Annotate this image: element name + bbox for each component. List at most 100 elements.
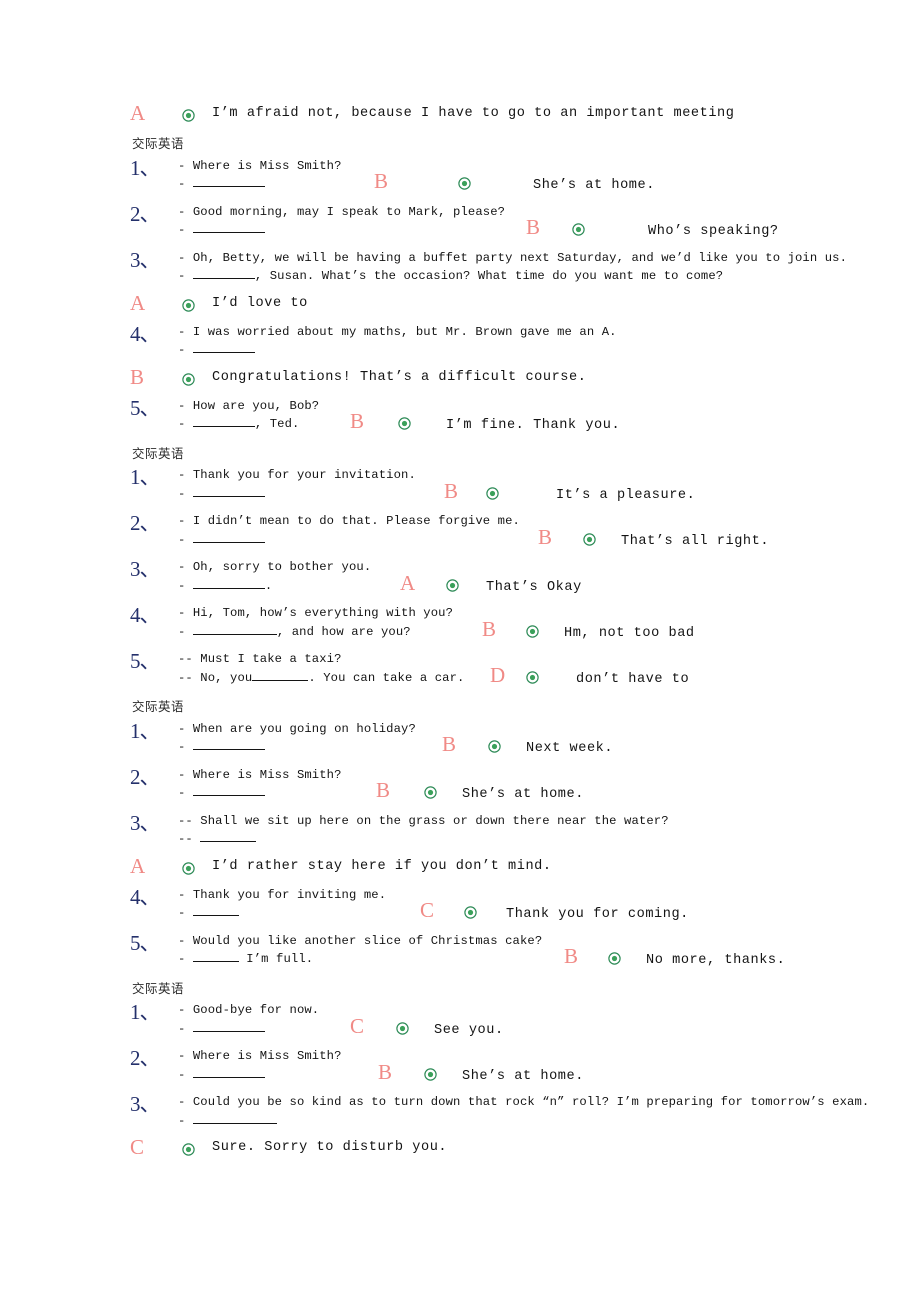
question-block: 2、 - Where is Miss Smith? - B She’s at home… <box>130 1047 890 1091</box>
answer-prefix: - <box>178 952 186 967</box>
option-row[interactable]: A I’m afraid not, because I have to go t… <box>130 103 890 131</box>
answer-suffix: , Ted. <box>254 417 300 432</box>
radio-selected-icon[interactable] <box>424 1068 437 1081</box>
answer-blank[interactable] <box>192 1068 265 1078</box>
answer-line: - I’m full. B No more, thanks. <box>178 946 890 969</box>
question-body: - Good-bye for now. - C See you. <box>178 1001 890 1039</box>
answer-blank[interactable] <box>192 224 265 234</box>
answer-prefix: - <box>178 1067 186 1082</box>
question-prompt: - Where is Miss Smith? <box>178 158 342 173</box>
question-body: - Hi, Tom, how’s everything with you? - ,… <box>178 604 890 642</box>
question-number: 2、 <box>130 764 161 789</box>
answer-blank[interactable] <box>192 487 265 497</box>
question-prompt: - Hi, Tom, how’s everything with you? <box>178 606 454 620</box>
question-block: 1、 - When are you going on holiday? - B Nex… <box>130 720 890 764</box>
option-row[interactable]: B Congratulations! That’s a difficult cou… <box>130 364 890 395</box>
answer-blank[interactable] <box>192 953 239 963</box>
radio-selected-icon[interactable] <box>526 671 539 684</box>
answer-blank[interactable] <box>192 787 265 797</box>
answer-letter: B <box>376 778 391 803</box>
answer-blank[interactable] <box>192 1114 277 1124</box>
answer-line: - B Who’s speaking? <box>178 217 890 240</box>
answer-blank[interactable] <box>192 418 255 428</box>
radio-selected-icon[interactable] <box>182 1143 195 1156</box>
question-prompt: - Thank you for inviting me. <box>178 887 387 902</box>
radio-selected-icon[interactable] <box>396 1022 409 1035</box>
question-body: - Oh, Betty, we will be having a buffet … <box>178 249 890 287</box>
answer-blank[interactable] <box>200 833 257 843</box>
answer-blank[interactable] <box>192 533 265 543</box>
radio-selected-icon[interactable] <box>458 177 471 191</box>
question-prompt: - How are you, Bob? <box>178 398 320 413</box>
answer-blank[interactable] <box>192 344 255 354</box>
answer-blank[interactable] <box>192 1022 265 1032</box>
answer-line: - C Thank you for coming. <box>178 900 890 923</box>
option-text: That’s all right. <box>621 533 770 549</box>
answer-letter: A <box>130 290 146 315</box>
radio-selected-icon[interactable] <box>182 861 195 875</box>
question-number: 1、 <box>130 155 161 180</box>
answer-line: -- No, you . You can take a car. Ddon’t ha… <box>178 664 890 688</box>
answer-letter: B <box>130 364 145 389</box>
question-block: 5、 - How are you, Bob? - , Ted. B I’m fine. … <box>130 397 890 441</box>
answer-letter: B <box>538 524 553 549</box>
option-row[interactable]: A I’d rather stay here if you don’t mind. <box>130 853 890 884</box>
radio-selected-icon[interactable] <box>446 579 459 592</box>
question-block: 3、 - Oh, Betty, we will be having a buffe… <box>130 249 890 293</box>
answer-prefix: - <box>178 786 186 801</box>
radio-selected-icon[interactable] <box>572 223 585 237</box>
answer-letter: B <box>444 478 459 503</box>
question-number: 5、 <box>130 649 161 673</box>
option-text: She’s at home. <box>462 787 584 803</box>
radio-selected-icon[interactable] <box>182 372 195 386</box>
answer-blank[interactable] <box>192 270 255 280</box>
section-heading: 交际英语 <box>132 980 185 996</box>
answer-letter: A <box>400 570 416 595</box>
question-number: 2、 <box>130 1046 161 1070</box>
answer-line: - B She’s at home. <box>178 171 890 194</box>
question-number: 3、 <box>130 247 161 272</box>
radio-selected-icon[interactable] <box>182 109 195 122</box>
answer-blank[interactable] <box>192 579 265 589</box>
answer-blank[interactable] <box>192 625 277 635</box>
answer-blank[interactable] <box>192 741 265 751</box>
question-block: 3、 - Oh, sorry to bother you. - . A That’s O… <box>130 558 890 602</box>
answer-line: -- <box>178 830 890 849</box>
document-page: A I’m afraid not, because I have to go t… <box>0 0 920 1302</box>
question-prompt: - Where is Miss Smith? <box>178 1049 342 1063</box>
answer-blank[interactable] <box>252 671 309 681</box>
option-text: I’d rather stay here if you don’t mind. <box>212 858 552 874</box>
radio-selected-icon[interactable] <box>398 417 411 431</box>
option-row[interactable]: C Sure. Sorry to disturb you. <box>130 1137 890 1165</box>
question-number: 3、 <box>130 810 161 835</box>
radio-selected-icon[interactable] <box>486 487 499 500</box>
answer-prefix: - <box>178 177 186 192</box>
question-block: 2、 - Where is Miss Smith? - B She’s at home… <box>130 766 890 810</box>
radio-selected-icon[interactable] <box>608 952 621 966</box>
radio-selected-icon[interactable] <box>526 625 539 638</box>
radio-selected-icon[interactable] <box>464 906 477 920</box>
radio-selected-icon[interactable] <box>488 740 501 754</box>
question-body: - I was worried about my maths, but Mr. … <box>178 323 890 361</box>
question-body: - I didn’t mean to do that. Please forgi… <box>178 512 890 550</box>
question-body: - Could you be so kind as to turn down t… <box>178 1093 890 1131</box>
answer-prefix: - <box>178 906 186 921</box>
answer-letter: C <box>350 1013 365 1038</box>
question-body: - Where is Miss Smith? - B She’s at home. <box>178 157 890 195</box>
answer-blank[interactable] <box>192 907 239 917</box>
document-body: A I’m afraid not, because I have to go t… <box>130 103 890 1167</box>
radio-selected-icon[interactable] <box>424 786 437 800</box>
answer-line: - <box>178 1112 890 1131</box>
question-number: 4、 <box>130 321 161 346</box>
radio-selected-icon[interactable] <box>583 533 596 546</box>
answer-letter: D <box>490 662 506 687</box>
question-block: 1、 - Good-bye for now. - C See you. <box>130 1001 890 1045</box>
answer-prefix: -- <box>178 832 193 847</box>
radio-selected-icon[interactable] <box>182 298 195 312</box>
answer-prefix: - <box>178 1021 186 1036</box>
option-text: No more, thanks. <box>646 953 786 969</box>
option-row[interactable]: A I’d love to <box>130 290 890 321</box>
answer-prefix: - <box>178 532 186 547</box>
answer-letter: A <box>130 853 146 878</box>
answer-blank[interactable] <box>192 178 265 188</box>
